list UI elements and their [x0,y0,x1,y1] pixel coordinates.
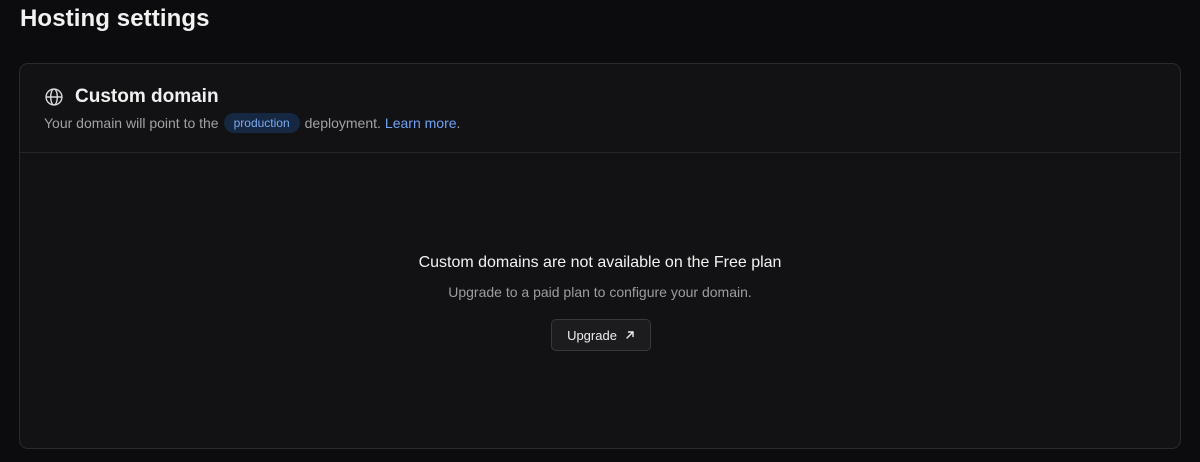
external-arrow-icon [625,330,635,340]
card-subtitle: Your domain will point to the production… [44,113,460,133]
empty-state-title: Custom domains are not available on the … [418,254,782,271]
empty-state-description: Upgrade to a paid plan to configure your… [448,284,752,300]
subtitle-period: . [456,115,461,131]
empty-state: Custom domains are not available on the … [20,153,1180,448]
subtitle-suffix: deployment. [304,115,381,131]
learn-more-link[interactable]: Learn more [385,115,457,131]
card-header: Custom domain Your domain will point to … [20,64,1180,153]
environment-badge: production [223,113,300,133]
globe-icon [44,87,64,107]
upgrade-button[interactable]: Upgrade [551,319,651,351]
page-title: Hosting settings [20,5,210,32]
custom-domain-card: Custom domain Your domain will point to … [19,63,1181,449]
subtitle-prefix: Your domain will point to the [44,115,219,131]
card-header-row: Custom domain [44,86,219,108]
upgrade-button-label: Upgrade [567,327,617,343]
card-title: Custom domain [75,86,219,107]
